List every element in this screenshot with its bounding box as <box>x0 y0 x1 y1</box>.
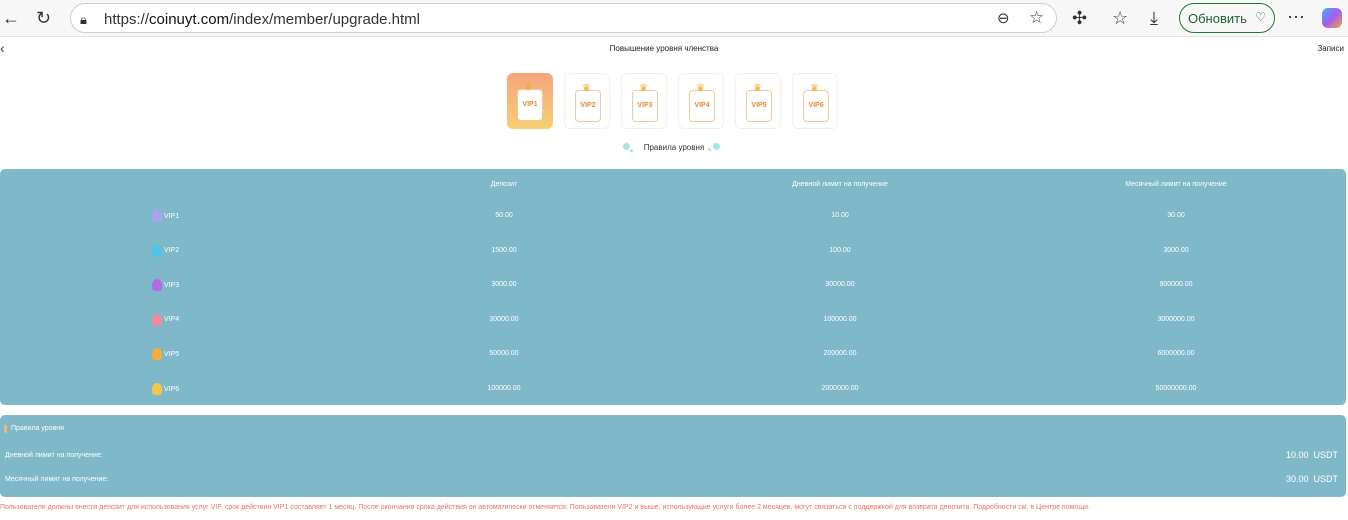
vip-badge-icon <box>152 244 162 257</box>
extensions-icon[interactable]: ✣ <box>1072 9 1087 27</box>
header-monthly-limit: Месячный лимит на получение <box>1125 181 1227 188</box>
crown-icon: ♛ <box>696 83 705 94</box>
monthly-limit-value: 900000.00 <box>1159 281 1193 289</box>
vip-badge-icon <box>152 348 162 361</box>
daily-limit-value: 100.00 <box>829 246 851 254</box>
lock-icon: 🔒︎ <box>80 12 87 27</box>
vip-tile[interactable]: VIP1 ♛ <box>507 73 553 129</box>
vip-card: VIP6 <box>803 90 829 122</box>
update-label: Обновить <box>1188 11 1247 26</box>
current-level-panel: Правила уровня Дневной лимит на получени… <box>0 415 1346 497</box>
favorite-star-icon[interactable]: ☆ <box>1029 9 1044 27</box>
vip-card: VIP3 <box>632 90 658 122</box>
deposit-value: 3000.00 <box>491 281 517 289</box>
table-row-level: VIP5 <box>152 348 180 361</box>
browser-toolbar: ← ↻ 🔒︎ https://coinuyt.com/index/member/… <box>0 0 1348 37</box>
header-deposit: Депозит <box>490 181 518 188</box>
daily-limit-value: 2000000.00 <box>821 385 859 392</box>
monthly-limit-value: 50000000.00 <box>1155 385 1197 392</box>
daily-limit-value: 10.00 <box>831 212 849 219</box>
table-row-level: VIP4 <box>152 313 180 326</box>
monthly-limit-label: Месячный лимит на получение: <box>5 476 109 483</box>
vip-badge-icon <box>152 279 162 292</box>
deposit-value: 100000.00 <box>487 385 521 392</box>
vip-card: VIP1 <box>517 89 543 121</box>
monthly-limit-value: 6000000.00 <box>1157 350 1195 358</box>
monthly-limit-value: 30.00 <box>1285 474 1309 484</box>
zoom-icon[interactable]: ⊖ <box>997 10 1010 28</box>
crown-icon: ♛ <box>524 82 533 93</box>
deposit-value: 1500.00 <box>491 246 517 254</box>
currency: USDT <box>1313 474 1339 484</box>
page-title: Повышение уровня членства <box>609 44 719 53</box>
favorites-icon[interactable]: ☆ <box>1112 9 1128 27</box>
back-icon[interactable]: ← <box>2 9 20 27</box>
vip-tile[interactable]: VIP2 ♛ <box>564 73 610 129</box>
health-icon: ♡ <box>1255 10 1266 24</box>
update-button[interactable]: Обновить ♡ <box>1179 3 1275 33</box>
deposit-value: 50000.00 <box>489 350 519 358</box>
table-row-level: VIP1 <box>152 210 179 222</box>
daily-limit-label: Дневной лимит на получение: <box>5 452 103 459</box>
crown-icon: ♛ <box>639 83 648 94</box>
level-name: VIP5 <box>164 350 180 358</box>
footer-note: Пользователи должны внести депозит для и… <box>0 504 1090 511</box>
monthly-limit-value: 3000.00 <box>1163 246 1189 254</box>
vip-card: VIP2 <box>575 90 601 122</box>
level-name: VIP3 <box>164 281 180 289</box>
vip-tile[interactable]: VIP3 ♛ <box>621 73 667 129</box>
current-title: Правила уровня <box>11 425 64 432</box>
table-row-level: VIP3 <box>152 279 180 292</box>
monthly-limit-value: 3000000.00 <box>1157 315 1195 323</box>
vip-badge-icon <box>152 313 162 326</box>
url-path: /index/member/upgrade.html <box>229 11 421 28</box>
vip-card: VIP4 <box>689 90 715 122</box>
copilot-icon[interactable] <box>1322 8 1342 28</box>
header-daily-limit: Дневной лимит на получение <box>792 181 888 188</box>
reload-icon[interactable]: ↻ <box>36 9 51 27</box>
vip-tile[interactable]: VIP6 ♛ <box>792 73 838 129</box>
vip-tile[interactable]: VIP4 ♛ <box>678 73 724 129</box>
url-domain: coinuyt.com <box>149 11 230 28</box>
table-row-level: VIP2 <box>152 244 180 257</box>
daily-limit-value: 200000.00 <box>823 350 857 358</box>
records-link[interactable]: Записи <box>1317 44 1344 53</box>
vip-table: Депозит Дневной лимит на получение Месяч… <box>0 169 1346 405</box>
table-row-level: VIP6 <box>152 383 179 395</box>
monthly-limit-value: 30.00 <box>1167 212 1185 219</box>
vip-badge-icon <box>152 383 162 395</box>
crown-icon: ♛ <box>753 83 762 94</box>
crown-icon: ♛ <box>582 83 591 94</box>
deposit-value: 30000.00 <box>489 315 519 323</box>
daily-limit-value: 100000.00 <box>823 315 857 323</box>
vip-tile[interactable]: VIP5 ♛ <box>735 73 781 129</box>
level-name: VIP4 <box>164 316 180 324</box>
daily-limit-value: 30000.00 <box>825 281 855 289</box>
vip-card: VIP5 <box>746 90 772 122</box>
section-marker <box>4 425 7 433</box>
downloads-icon[interactable]: ⤓ <box>1150 9 1158 27</box>
address-bar[interactable]: 🔒︎ https://coinuyt.com/index/member/upgr… <box>70 3 1057 33</box>
more-icon[interactable]: ⋯ <box>1287 8 1305 26</box>
vip-badge-icon <box>152 210 162 222</box>
level-name: VIP2 <box>164 247 180 255</box>
level-name: VIP1 <box>164 212 180 220</box>
level-name: VIP6 <box>164 385 180 393</box>
deposit-value: 50.00 <box>495 212 513 219</box>
rules-label: Правила уровня <box>643 143 705 152</box>
currency: USDT <box>1313 450 1339 460</box>
url-prefix: https:// <box>104 11 150 28</box>
crown-icon: ♛ <box>810 83 819 94</box>
daily-limit-value: 10.00 <box>1285 450 1309 460</box>
